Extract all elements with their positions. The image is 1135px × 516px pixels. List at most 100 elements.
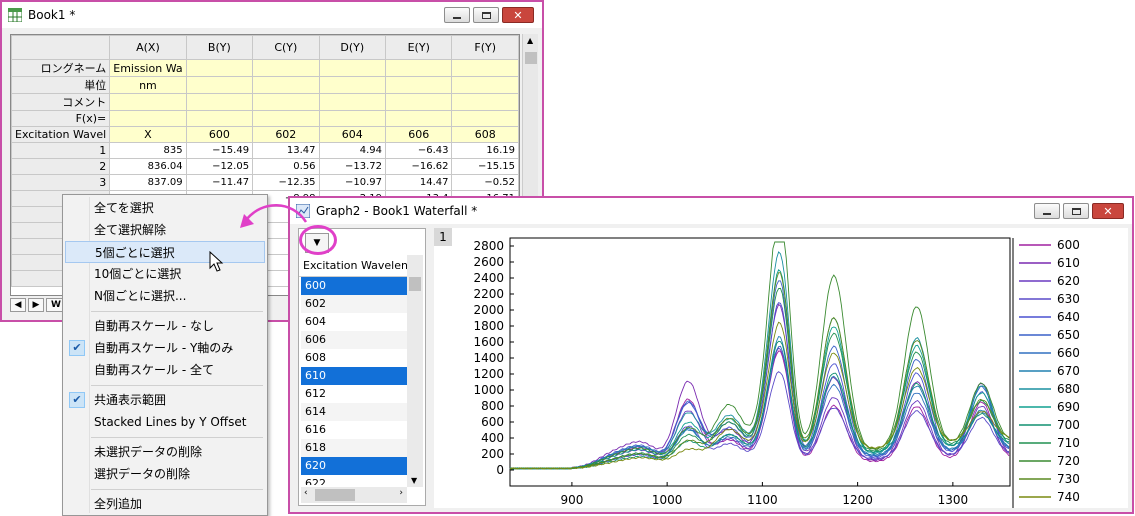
- list-item[interactable]: 608: [301, 349, 407, 367]
- menu-item-rescale-all[interactable]: 自動再スケール - 全て: [65, 359, 265, 381]
- close-button[interactable]: ✕: [1092, 203, 1124, 219]
- col-header[interactable]: F(Y): [451, 35, 519, 60]
- row-number[interactable]: 2: [11, 158, 111, 175]
- cell[interactable]: −15.49: [185, 142, 254, 159]
- menu-item-select-every-10[interactable]: 10個ごとに選択: [65, 263, 265, 285]
- cell[interactable]: −0.52: [451, 174, 519, 191]
- cell[interactable]: 606: [385, 126, 453, 143]
- scroll-thumb[interactable]: [315, 489, 355, 501]
- menu-item-delete-unselected[interactable]: 未選択データの削除: [65, 441, 265, 463]
- cell[interactable]: nm: [109, 76, 187, 94]
- list-item[interactable]: 612: [301, 385, 407, 403]
- cell[interactable]: [385, 59, 453, 77]
- scroll-left-icon[interactable]: ‹: [304, 488, 308, 498]
- wavelength-list[interactable]: 600 602 604 606 608 610 612 614 616 618 …: [301, 277, 407, 485]
- minimize-button[interactable]: [444, 7, 470, 23]
- minimize-button[interactable]: [1034, 203, 1060, 219]
- menu-item-rescale-none[interactable]: 自動再スケール - なし: [65, 315, 265, 337]
- cell[interactable]: 836.04: [109, 158, 187, 175]
- close-button[interactable]: ✕: [502, 7, 534, 23]
- row-label-longname[interactable]: ロングネーム: [11, 59, 111, 77]
- book-titlebar[interactable]: Book1 * ✕: [2, 2, 542, 28]
- menu-item-common-range[interactable]: ✔ 共通表示範囲: [65, 389, 265, 411]
- cell[interactable]: Emission Wa: [109, 59, 187, 77]
- cell[interactable]: [185, 110, 254, 127]
- cell[interactable]: 13.47: [252, 142, 320, 159]
- list-item[interactable]: 606: [301, 331, 407, 349]
- cell[interactable]: [451, 59, 519, 77]
- cell[interactable]: [451, 93, 519, 111]
- sheet-next-icon[interactable]: ▶: [28, 298, 44, 312]
- list-item[interactable]: 600: [301, 277, 407, 295]
- row-label-comment[interactable]: コメント: [11, 93, 111, 111]
- list-item[interactable]: 622: [301, 475, 407, 485]
- cell[interactable]: [185, 93, 254, 111]
- cell[interactable]: [385, 76, 453, 94]
- list-item[interactable]: 616: [301, 421, 407, 439]
- cell[interactable]: [252, 110, 320, 127]
- cell[interactable]: [185, 59, 254, 77]
- cell[interactable]: 14.47: [385, 174, 453, 191]
- cell[interactable]: −12.35: [252, 174, 320, 191]
- menu-item-add-all-columns[interactable]: 全列追加: [65, 493, 265, 515]
- row-number[interactable]: 3: [11, 174, 111, 191]
- menu-item-rescale-y[interactable]: ✔ 自動再スケール - Y軸のみ: [65, 337, 265, 359]
- scroll-thumb[interactable]: [409, 277, 421, 291]
- list-item[interactable]: 602: [301, 295, 407, 313]
- sheet-prev-icon[interactable]: ◀: [10, 298, 26, 312]
- cell[interactable]: [109, 110, 187, 127]
- list-item[interactable]: 610: [301, 367, 407, 385]
- cell[interactable]: [252, 59, 320, 77]
- cell[interactable]: [451, 76, 519, 94]
- cell[interactable]: [185, 76, 254, 94]
- cell[interactable]: −16.62: [385, 158, 453, 175]
- cell[interactable]: 604: [318, 126, 387, 143]
- cell[interactable]: [318, 76, 387, 94]
- list-item[interactable]: 604: [301, 313, 407, 331]
- cell[interactable]: [318, 93, 387, 111]
- plot-area[interactable]: 1 0 200 400 600 800 1000 1200 1400 1600 1800 2000 2…: [434, 228, 1128, 508]
- col-header[interactable]: E(Y): [385, 35, 453, 60]
- col-header[interactable]: A(X): [109, 35, 187, 60]
- cell[interactable]: [385, 110, 453, 127]
- cell[interactable]: [252, 93, 320, 111]
- scroll-down-icon[interactable]: ▼: [411, 476, 417, 485]
- cell[interactable]: −12.05: [185, 158, 254, 175]
- cell[interactable]: [451, 110, 519, 127]
- menu-item-stacked-lines[interactable]: Stacked Lines by Y Offset: [65, 411, 265, 433]
- cell[interactable]: 608: [451, 126, 519, 143]
- col-header[interactable]: B(Y): [185, 35, 254, 60]
- scroll-thumb[interactable]: [525, 52, 537, 64]
- cell[interactable]: [318, 59, 387, 77]
- menu-item-select-every-5[interactable]: 5個ごとに選択: [65, 241, 265, 263]
- waterfall-chart[interactable]: 0200400600800100012001400160018002000220…: [434, 228, 1128, 508]
- graph-window[interactable]: Graph2 - Book1 Waterfall * ✕ ▼ Excitatio…: [288, 196, 1134, 514]
- maximize-button[interactable]: [473, 7, 499, 23]
- list-horizontal-scrollbar[interactable]: ‹ ›: [301, 487, 407, 503]
- list-vertical-scrollbar[interactable]: ▼: [407, 255, 423, 487]
- cell[interactable]: 837.09: [109, 174, 187, 191]
- graph-titlebar[interactable]: Graph2 - Book1 Waterfall * ✕: [290, 198, 1132, 224]
- menu-item-delete-selected[interactable]: 選択データの削除: [65, 463, 265, 485]
- cell[interactable]: −10.97: [318, 174, 387, 191]
- row-label-formula[interactable]: F(x)=: [11, 110, 111, 127]
- col-header[interactable]: D(Y): [318, 35, 387, 60]
- cell[interactable]: 16.19: [451, 142, 519, 159]
- corner-cell[interactable]: [11, 35, 111, 60]
- cell[interactable]: [252, 76, 320, 94]
- col-header[interactable]: C(Y): [252, 35, 320, 60]
- scroll-up-icon[interactable]: ▲: [527, 36, 533, 45]
- cell[interactable]: −11.47: [185, 174, 254, 191]
- cell[interactable]: −13.72: [318, 158, 387, 175]
- cell[interactable]: 4.94: [318, 142, 387, 159]
- menu-item-select-every-n[interactable]: N個ごとに選択...: [65, 285, 265, 307]
- row-label-units[interactable]: 単位: [11, 76, 111, 94]
- scroll-right-icon[interactable]: ›: [399, 488, 403, 498]
- cell[interactable]: −15.15: [451, 158, 519, 175]
- cell[interactable]: X: [109, 126, 187, 143]
- list-item[interactable]: 618: [301, 439, 407, 457]
- cell[interactable]: 835: [109, 142, 187, 159]
- cell[interactable]: [385, 93, 453, 111]
- cell[interactable]: 0.56: [252, 158, 320, 175]
- cell[interactable]: −6.43: [385, 142, 453, 159]
